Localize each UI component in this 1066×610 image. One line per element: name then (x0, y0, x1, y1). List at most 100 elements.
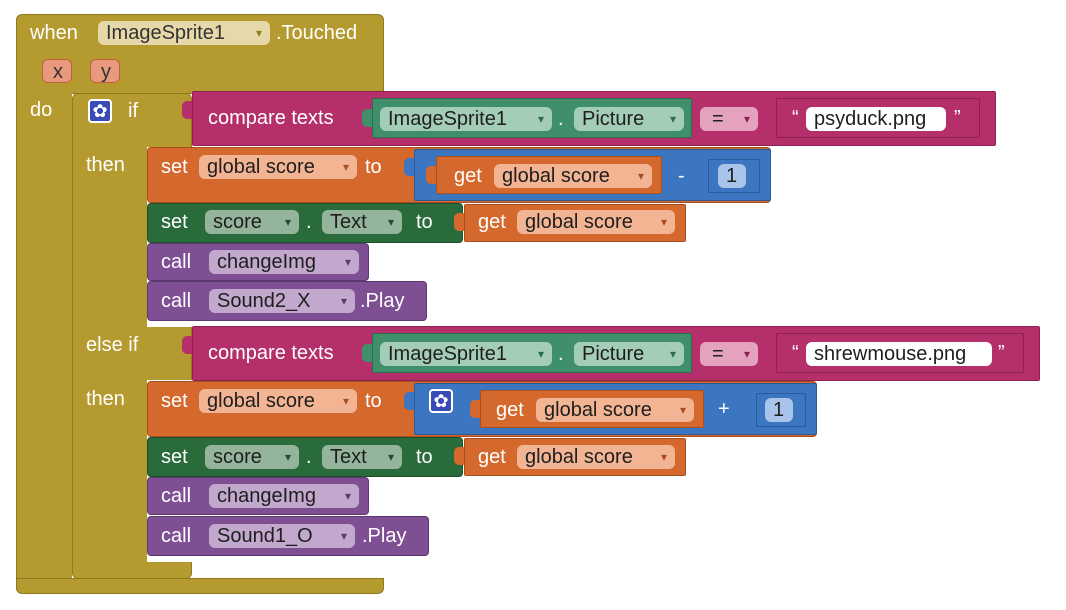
number-input[interactable]: 1 (718, 164, 746, 188)
text-literal-plug (766, 109, 776, 127)
chevron-down-icon: ▾ (743, 112, 750, 126)
close-quote: ” (954, 107, 961, 129)
event-name-label: .Touched (276, 22, 358, 44)
procedure-dropdown[interactable]: changeImg ▾ (209, 484, 359, 508)
get-variable-dropdown[interactable]: global score ▾ (494, 164, 652, 188)
plus-label: + (718, 398, 730, 420)
component-dropdown[interactable]: score ▾ (205, 210, 299, 234)
get-plug (454, 213, 464, 231)
get-label: get (454, 165, 482, 187)
gear-icon[interactable]: ✿ (88, 99, 112, 123)
math-plug (404, 158, 414, 176)
get-plug (426, 166, 436, 184)
call-label: call (161, 290, 192, 312)
get-label: get (478, 446, 506, 468)
number-plug (698, 167, 708, 185)
sound-component-dropdown[interactable]: Sound1_O ▾ (209, 524, 355, 548)
chevron-down-icon: ▾ (340, 529, 347, 543)
component-dropdown[interactable]: ImageSprite1 ▾ (380, 107, 552, 131)
component-dropdown[interactable]: ImageSprite1 ▾ (380, 342, 552, 366)
get-variable-dropdown[interactable]: global score ▾ (517, 210, 675, 234)
when-label: when (30, 22, 78, 44)
open-quote: “ (792, 107, 799, 129)
close-quote: ” (998, 342, 1005, 364)
then-label: then (86, 154, 125, 176)
minus-label: - (678, 165, 685, 187)
chevron-down-icon: ▾ (344, 255, 351, 269)
chevron-down-icon: ▾ (342, 394, 349, 408)
do-label: do (30, 99, 53, 121)
chevron-down-icon: ▾ (340, 294, 347, 308)
get-variable-dropdown[interactable]: global score ▾ (517, 445, 675, 469)
text-input[interactable]: psyduck.png (806, 107, 946, 131)
event-block-bottom (16, 578, 384, 594)
component-getter-plug (362, 109, 372, 127)
text-literal-plug (766, 344, 776, 362)
play-label: .Play (360, 290, 405, 312)
get-label: get (496, 399, 524, 421)
set-label: set (161, 211, 188, 233)
chevron-down-icon: ▾ (679, 403, 686, 417)
chevron-down-icon: ▾ (342, 160, 349, 174)
chevron-down-icon: ▾ (387, 215, 394, 229)
chevron-down-icon: ▾ (669, 347, 676, 361)
compare-label: compare texts (208, 342, 334, 364)
chevron-down-icon: ▾ (660, 450, 667, 464)
to-label: to (416, 211, 433, 233)
get-label: get (478, 211, 506, 233)
get-plug (470, 400, 480, 418)
chevron-down-icon: ▾ (284, 450, 291, 464)
text-input[interactable]: shrewmouse.png (806, 342, 992, 366)
procedure-dropdown[interactable]: changeImg ▾ (209, 250, 359, 274)
to-label: to (416, 446, 433, 468)
get-plug (454, 447, 464, 465)
param-y[interactable]: y (90, 59, 120, 83)
event-component-label: ImageSprite1 (106, 22, 225, 44)
variable-dropdown[interactable]: global score ▾ (199, 155, 357, 179)
chevron-down-icon: ▾ (669, 112, 676, 126)
property-dropdown[interactable]: Picture ▾ (574, 342, 684, 366)
operator-dropdown[interactable]: = ▾ (700, 342, 758, 366)
chevron-down-icon: ▾ (637, 169, 644, 183)
chevron-down-icon: ▾ (284, 215, 291, 229)
component-dropdown[interactable]: score ▾ (205, 445, 299, 469)
dot-label: . (306, 446, 312, 468)
chevron-down-icon: ▾ (660, 215, 667, 229)
compare-plug (182, 101, 192, 119)
if-label: if (128, 100, 138, 122)
compare-label: compare texts (208, 107, 334, 129)
play-label: .Play (362, 525, 407, 547)
chevron-down-icon: ▾ (344, 489, 351, 503)
compare-plug (182, 336, 192, 354)
number-input[interactable]: 1 (765, 398, 793, 422)
variable-dropdown[interactable]: global score ▾ (199, 389, 357, 413)
math-plug (404, 392, 414, 410)
set-label: set (161, 446, 188, 468)
dot-label: . (558, 108, 564, 130)
property-dropdown[interactable]: Text ▾ (322, 210, 402, 234)
sound-component-dropdown[interactable]: Sound2_X ▾ (209, 289, 355, 313)
property-dropdown[interactable]: Picture ▾ (574, 107, 684, 131)
call-label: call (161, 525, 192, 547)
chevron-down-icon: ▾ (537, 112, 544, 126)
open-quote: “ (792, 342, 799, 364)
gear-icon[interactable]: ✿ (429, 389, 453, 413)
component-getter-plug (362, 344, 372, 362)
property-dropdown[interactable]: Text ▾ (322, 445, 402, 469)
then-label-2: then (86, 388, 125, 410)
elseif-label: else if (86, 334, 139, 356)
get-variable-dropdown[interactable]: global score ▾ (536, 398, 694, 422)
operator-dropdown[interactable]: = ▾ (700, 107, 758, 131)
chevron-down-icon: ▾ (255, 26, 262, 40)
call-label: call (161, 251, 192, 273)
set-label: set (161, 390, 188, 412)
param-x[interactable]: x (42, 59, 72, 83)
to-label: to (365, 156, 382, 178)
chevron-down-icon: ▾ (743, 347, 750, 361)
chevron-down-icon: ▾ (537, 347, 544, 361)
to-label: to (365, 390, 382, 412)
event-component-dropdown[interactable]: ImageSprite1 ▾ (98, 21, 270, 45)
number-plug (746, 401, 756, 419)
call-label: call (161, 485, 192, 507)
chevron-down-icon: ▾ (387, 450, 394, 464)
